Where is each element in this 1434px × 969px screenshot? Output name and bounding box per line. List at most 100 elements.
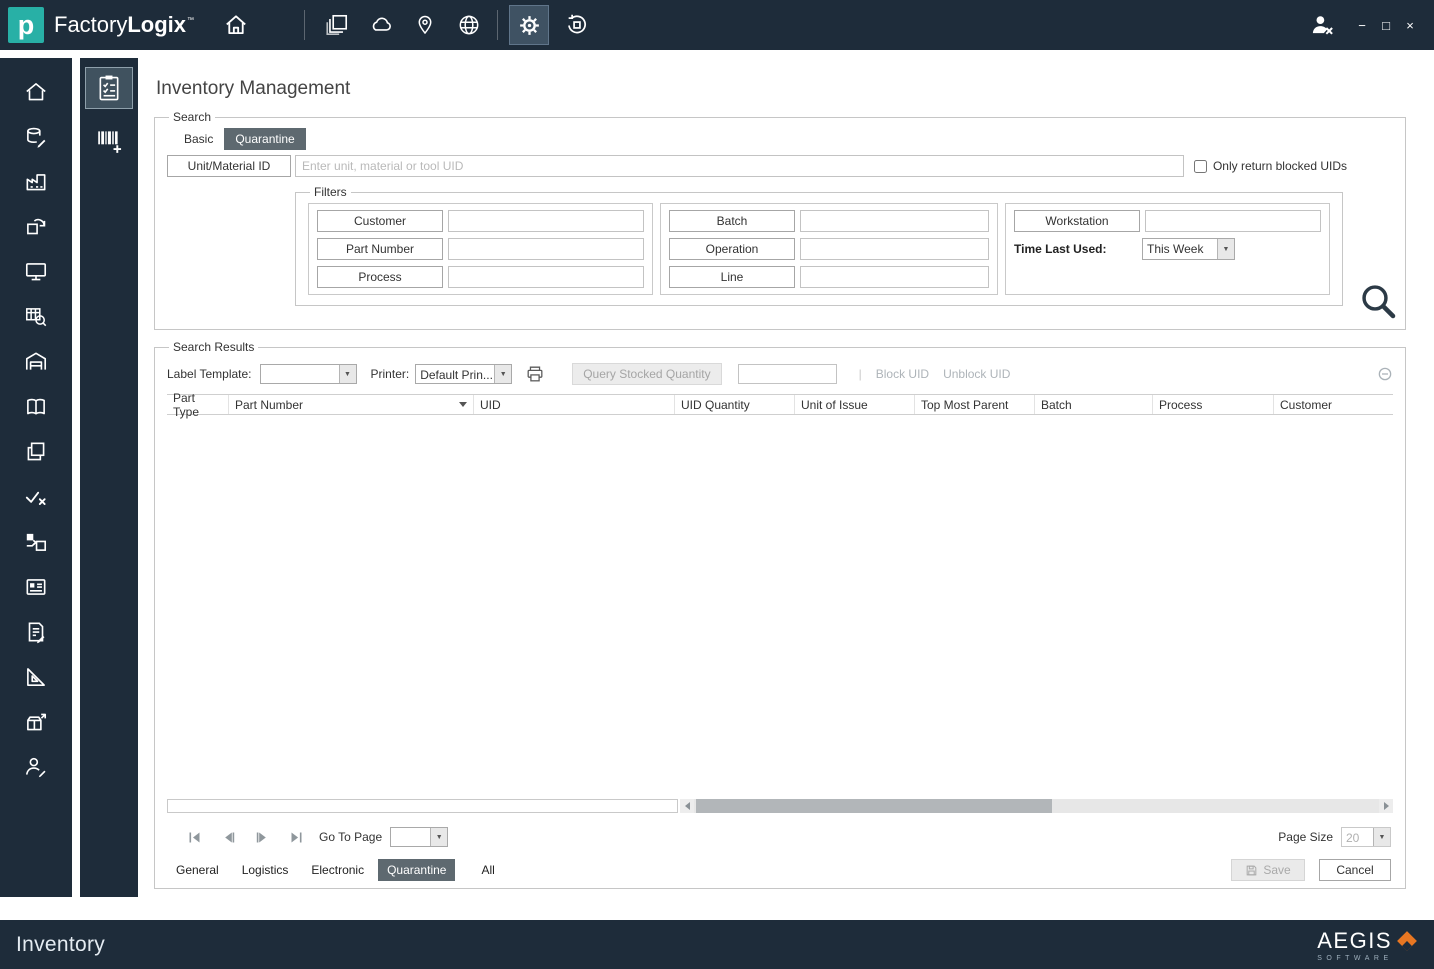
sidebar-item-copy[interactable] [13,430,59,474]
tab-general[interactable]: General [167,859,228,881]
customer-filter-input[interactable] [448,210,644,232]
next-page-button[interactable] [256,831,269,844]
column-header-part-number[interactable]: Part Number [229,395,474,414]
sidebar-item-transfer[interactable] [13,520,59,564]
frozen-scroll-strip[interactable] [167,799,678,813]
settings-nav-button-selected[interactable] [509,5,550,45]
column-header-part-type[interactable]: Part Type [167,391,229,419]
sidebar-item-shipping[interactable] [13,700,59,744]
line-filter-input[interactable] [800,266,989,288]
print-button[interactable] [524,364,546,384]
query-stocked-quantity-button[interactable]: Query Stocked Quantity [572,363,722,385]
sidebar-item-inventory[interactable] [13,115,59,159]
tab-basic[interactable]: Basic [173,128,224,150]
tab-quarantine-bottom[interactable]: Quarantine [378,859,456,881]
time-last-used-select[interactable]: This Week ▼ [1142,238,1235,260]
sidebar-item-home[interactable] [13,70,59,114]
sidebar-item-warehouse[interactable] [13,340,59,384]
workstation-filter-button[interactable]: Workstation [1014,210,1140,232]
process-filter-input[interactable] [448,266,644,288]
go-to-page-select[interactable]: ▼ [390,827,449,847]
page-size-label: Page Size [1278,830,1333,844]
verification-icon [25,491,46,505]
subsidebar-item-inventory-operations-selected[interactable] [85,67,133,109]
tab-logistics[interactable]: Logistics [233,859,298,881]
sidebar-item-document-edit[interactable] [13,610,59,654]
last-page-button[interactable] [290,831,303,844]
label-template-select[interactable]: ▼ [259,364,357,384]
remove-row-button[interactable] [1377,366,1393,382]
sidebar-item-production[interactable] [13,160,59,204]
tab-quarantine[interactable]: Quarantine [224,128,306,150]
printer-select[interactable]: Default Prin... ▼ [415,364,513,384]
result-type-tabs: General Logistics Electronic Quarantine … [167,858,1393,882]
user-logout-button[interactable] [1308,12,1336,38]
column-header-process[interactable]: Process [1153,395,1274,414]
unit-uid-input[interactable] [295,155,1184,177]
documents-nav-button[interactable] [315,5,359,45]
batch-filter-input[interactable] [800,210,989,232]
cloud-nav-button[interactable] [359,5,403,45]
line-filter-button[interactable]: Line [669,266,795,288]
tab-electronic[interactable]: Electronic [302,859,373,881]
sidebar-item-verification[interactable] [13,475,59,519]
column-header-top-most-parent[interactable]: Top Most Parent [915,395,1035,414]
workstation-filter-input[interactable] [1145,210,1321,232]
hscrollbar-thumb[interactable] [696,799,1053,813]
search-button[interactable] [1357,280,1397,325]
customer-filter-button[interactable]: Customer [317,210,443,232]
production-icon [26,174,46,191]
main-content: Inventory Management Search Basic Quaran… [140,58,1434,897]
sidebar-item-records[interactable] [13,565,59,609]
sidebar-item-returns[interactable] [13,205,59,249]
scroll-left-button[interactable] [680,799,694,813]
only-blocked-checkbox[interactable] [1193,159,1207,173]
tab-all[interactable]: All [472,859,503,881]
cancel-button[interactable]: Cancel [1319,859,1391,881]
first-page-button[interactable] [188,831,201,844]
maximize-button[interactable]: □ [1376,18,1396,33]
column-header-customer[interactable]: Customer [1274,395,1393,414]
subsidebar-item-add-barcode[interactable] [86,120,132,160]
scroll-right-button[interactable] [1379,799,1393,813]
unit-material-id-button[interactable]: Unit/Material ID [167,155,291,177]
unblock-uid-button[interactable]: Unblock UID [943,367,1010,381]
save-button[interactable]: Save [1231,859,1305,881]
location-nav-button[interactable] [403,5,447,45]
page-size-select[interactable]: 20 ▼ [1341,827,1391,847]
sidebar-item-support[interactable] [13,745,59,789]
last-page-icon [291,832,302,842]
next-page-icon [256,832,266,842]
process-filter-button[interactable]: Process [317,266,443,288]
column-header-uid-quantity[interactable]: UID Quantity [675,395,795,414]
part-number-filter-input[interactable] [448,238,644,260]
aegis-diamond-icon [1397,930,1417,951]
batch-filter-button[interactable]: Batch [669,210,795,232]
globe-nav-button[interactable] [447,5,491,45]
block-uid-button[interactable]: Block UID [876,367,929,381]
part-number-filter-button[interactable]: Part Number [317,238,443,260]
app-logo: p [8,7,44,43]
column-header-uid[interactable]: UID [474,395,675,414]
close-button[interactable]: × [1400,18,1420,33]
prev-page-button[interactable] [222,831,235,844]
results-panel: Search Results Label Template: ▼ Printer… [154,340,1406,889]
brand: Factory Logix ™ [54,12,194,38]
operation-filter-button[interactable]: Operation [669,238,795,260]
brand-trademark: ™ [187,17,195,24]
minimize-button[interactable]: − [1352,18,1372,33]
reset-nav-button[interactable] [558,5,596,45]
home-nav-button[interactable] [216,5,256,45]
sidebar-item-engineering[interactable] [13,655,59,699]
inventory-icon [27,127,46,148]
print-icon [527,366,543,382]
sidebar-item-workstation[interactable] [13,250,59,294]
copy-icon [27,442,45,461]
hscrollbar-track[interactable] [694,799,1379,813]
column-header-batch[interactable]: Batch [1035,395,1153,414]
operation-filter-input[interactable] [800,238,989,260]
stocked-quantity-input[interactable] [737,364,837,384]
sidebar-item-documentation[interactable] [13,385,59,429]
sidebar-item-grid-search[interactable] [13,295,59,339]
column-header-unit-of-issue[interactable]: Unit of Issue [795,395,915,414]
